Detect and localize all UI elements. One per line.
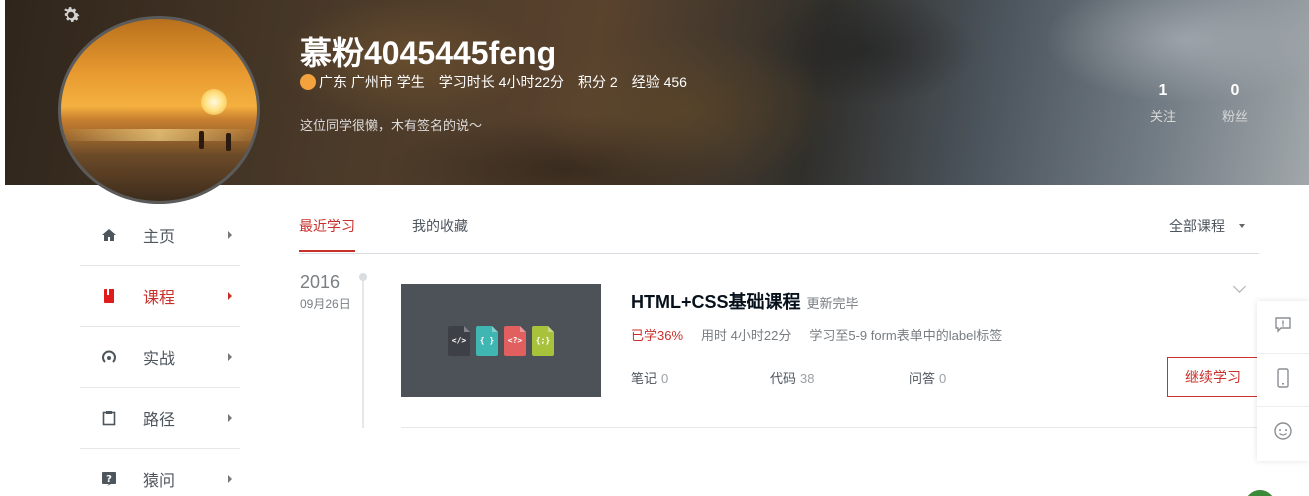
course-current-lesson[interactable]: 学习至5-9 form表单中的label标签 [809, 325, 1002, 344]
chat-button[interactable] [1257, 407, 1309, 460]
php-file-icon: <?> [504, 325, 526, 356]
following-stat[interactable]: 1 关注 [1133, 82, 1193, 125]
code-count[interactable]: 代码 38 [770, 368, 814, 387]
sidebar-item-label: 猿问 [143, 473, 176, 490]
divider [401, 427, 1259, 428]
sidebar-item-label: 实战 [143, 351, 176, 368]
study-time: 学习时长 4小时22分 [438, 74, 565, 90]
course-info: 已学36% 用时 4小时22分 学习至5-9 form表单中的label标签 [631, 325, 1002, 344]
points: 积分 2 [578, 74, 618, 90]
tab-recent[interactable]: 最近学习 [299, 216, 355, 252]
profile-page: 慕粉4045445feng 广东 广州市 学生 学习时长 4小时22分 积分 2… [0, 0, 1309, 496]
sidebar-item-courses[interactable]: 课程 [80, 266, 240, 327]
followers-count: 0 [1230, 82, 1240, 99]
sidebar-item-practice[interactable]: 实战 [80, 327, 240, 388]
mobile-icon [1274, 367, 1292, 393]
clipboard-icon [101, 410, 117, 426]
book-icon [101, 288, 117, 304]
floating-toolbar [1257, 301, 1309, 461]
followers-stat[interactable]: 0 粉丝 [1205, 82, 1265, 125]
course-tabs: 最近学习 我的收藏 全部课程 [299, 205, 1259, 254]
chevron-down-icon[interactable] [1233, 280, 1246, 293]
course-filter-dropdown[interactable]: 全部课程 [1169, 216, 1245, 236]
avatar[interactable] [58, 16, 260, 204]
feedback-icon [1274, 316, 1292, 339]
gender-icon [300, 74, 316, 90]
sidebar-item-label: 路径 [143, 412, 176, 429]
continue-learning-button[interactable]: 继续学习 [1167, 357, 1259, 397]
smiley-icon [1273, 421, 1293, 446]
course-title[interactable]: HTML+CSS基础课程 [631, 292, 801, 312]
username: 慕粉4045445feng [300, 35, 557, 71]
chevron-right-icon [228, 292, 232, 300]
location-info: 广东 广州市 学生 [300, 72, 425, 92]
code-file-icon: </> [448, 325, 470, 356]
css-file-icon: {;} [532, 325, 554, 356]
timeline-dot [359, 273, 367, 281]
sidebar-item-home[interactable]: 主页 [80, 205, 240, 266]
tab-favorites[interactable]: 我的收藏 [412, 216, 468, 250]
sidebar-item-label: 主页 [143, 229, 176, 246]
profile-meta: 广东 广州市 学生 学习时长 4小时22分 积分 2 经验 456 [300, 72, 687, 92]
course-thumbnail[interactable]: </> { } <?> {;} [401, 284, 601, 397]
question-icon: ? [101, 471, 117, 487]
following-count: 1 [1158, 82, 1168, 99]
chevron-right-icon [228, 414, 232, 422]
feedback-button[interactable] [1257, 301, 1309, 354]
status-indicator [1245, 490, 1275, 496]
signal-icon [101, 349, 117, 365]
home-icon [101, 227, 117, 243]
chevron-right-icon [228, 231, 232, 239]
followers-label: 粉丝 [1221, 109, 1248, 124]
sidebar-item-paths[interactable]: 路径 [80, 388, 240, 449]
gear-icon[interactable] [60, 4, 82, 26]
timeline-line [362, 281, 364, 428]
qa-count[interactable]: 问答 0 [909, 368, 946, 387]
timeline-year: 2016 [300, 272, 341, 292]
signature: 这位同学很懒，木有签名的说～ [300, 118, 483, 133]
sidebar-item-label: 课程 [143, 290, 176, 307]
course-title-row: HTML+CSS基础课程 更新完毕 [631, 288, 859, 314]
chevron-right-icon [228, 475, 232, 483]
course-progress: 已学36% [631, 328, 684, 343]
svg-text:?: ? [106, 474, 112, 485]
chevron-right-icon [228, 353, 232, 361]
notes-count[interactable]: 笔记 0 [631, 368, 668, 387]
sidebar-item-qa[interactable]: ? 猿问 [80, 449, 240, 496]
experience: 经验 456 [631, 74, 687, 90]
mobile-app-button[interactable] [1257, 354, 1309, 407]
course-status: 更新完毕 [806, 296, 859, 311]
course-time-used: 用时 4小时22分 [701, 328, 792, 343]
caret-down-icon [1239, 224, 1245, 228]
braces-file-icon: { } [476, 325, 498, 356]
sidebar: 主页 课程 实战 路径 ? 猿问 [80, 205, 240, 496]
timeline-date: 09月26日 [300, 297, 351, 311]
following-label: 关注 [1149, 109, 1176, 124]
